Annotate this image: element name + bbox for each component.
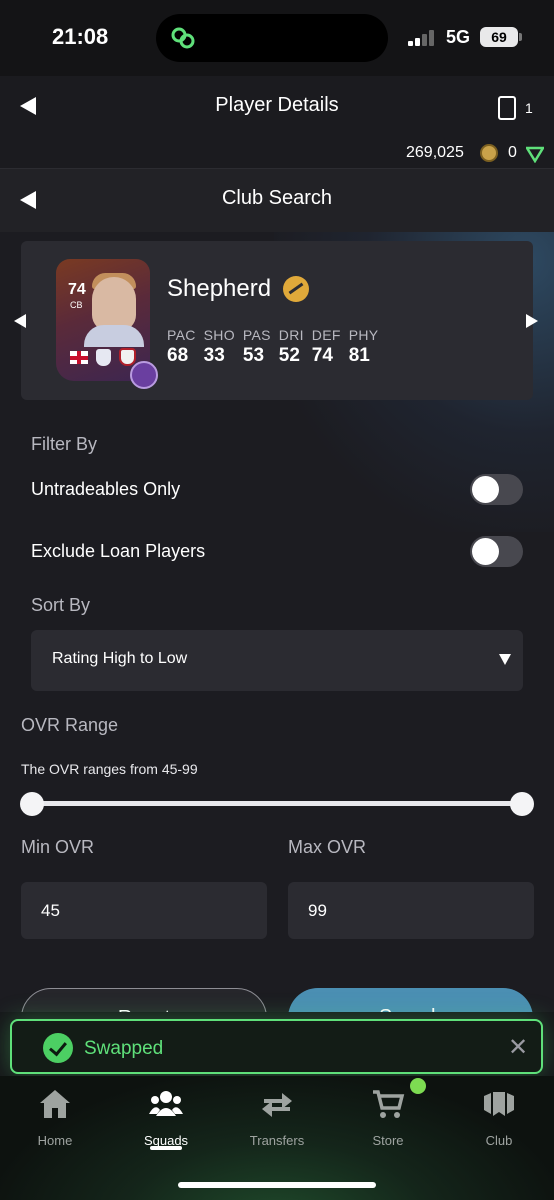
token-icon (498, 96, 516, 120)
nav-home[interactable]: Home (10, 1088, 100, 1148)
active-tab-indicator (150, 1146, 182, 1150)
sub-header: Club Search (0, 168, 554, 232)
ovr-range-heading: OVR Range (21, 715, 119, 735)
section-title: Club Search (221, 187, 333, 209)
network-type: 5G (446, 27, 471, 47)
stat-sho: SHO 33 (203, 327, 235, 366)
sort-dropdown[interactable]: Rating High to Low (31, 630, 523, 691)
club-icon (484, 1092, 514, 1116)
toast-message: Swapped (84, 1038, 164, 1059)
stat-dri: DRI 52 (278, 327, 304, 366)
search-button[interactable]: Search (288, 988, 533, 1012)
dynamic-island (156, 14, 388, 62)
england-flag-icon (70, 351, 88, 364)
status-bar: 21:08 5G 69 (0, 0, 554, 76)
battery-icon: 69 (480, 27, 518, 47)
battery-nub (519, 33, 522, 41)
sort-selected-value: Rating High to Low (52, 650, 188, 667)
max-ovr-input[interactable]: 99 (288, 882, 534, 939)
slider-min-handle[interactable] (20, 792, 44, 816)
squads-icon (149, 1091, 183, 1116)
league-badge-icon (96, 349, 111, 366)
ovr-range-slider[interactable] (32, 801, 522, 806)
page-title: Player Details (215, 94, 339, 116)
stat-def: DEF 74 (311, 327, 341, 366)
min-ovr-input[interactable]: 45 (21, 882, 267, 939)
untradeables-toggle[interactable] (470, 474, 523, 505)
previous-player-arrow-icon[interactable] (14, 314, 26, 328)
ovr-range-note: The OVR ranges from 45-99 (21, 761, 198, 777)
store-icon (373, 1090, 405, 1118)
player-summary-card: 74 CB Shepherd PAC 68 SHO 33 PAS 53 DRI (21, 241, 533, 400)
stat-phy: PHY 81 (348, 327, 379, 366)
signal-icon (408, 30, 438, 46)
player-stats: PAC 68 SHO 33 PAS 53 DRI 52 DEF 74 PHY 8… (167, 327, 386, 367)
nav-store[interactable]: Store (343, 1088, 433, 1148)
nav-transfers[interactable]: Transfers (232, 1088, 322, 1148)
card-rating: 74 (68, 281, 86, 298)
token-count: 1 (525, 100, 533, 116)
close-icon[interactable]: ✕ (508, 1033, 528, 1061)
check-circle-icon (43, 1033, 73, 1063)
home-icon (40, 1090, 70, 1118)
exclude-loan-label: Exclude Loan Players (31, 541, 206, 561)
points-balance: 0 (508, 144, 517, 161)
chemistry-style-icon (130, 361, 158, 389)
reset-button[interactable]: Reset (21, 988, 267, 1012)
stat-pas: PAS 53 (242, 327, 271, 366)
club-search-panel: 74 CB Shepherd PAC 68 SHO 33 PAS 53 DRI (0, 232, 554, 1012)
next-player-arrow-icon[interactable] (526, 314, 538, 328)
nav-club[interactable]: Club (454, 1088, 544, 1148)
app-header: Player Details 1 269,025 0 (0, 76, 554, 168)
points-icon (526, 146, 544, 163)
coin-balance: 269,025 (406, 144, 464, 161)
coin-icon (480, 144, 498, 162)
stat-pac: PAC 68 (167, 327, 196, 366)
slider-max-handle[interactable] (510, 792, 534, 816)
filter-heading: Filter By (31, 434, 98, 454)
untradeable-icon (283, 276, 309, 302)
store-notification-dot (410, 1078, 426, 1094)
min-ovr-label: Min OVR (21, 837, 95, 857)
exclude-loan-toggle[interactable] (470, 536, 523, 567)
home-indicator (178, 1182, 376, 1188)
nav-squads[interactable]: Squads (121, 1088, 211, 1148)
sort-heading: Sort By (31, 595, 91, 615)
caret-down-icon (499, 654, 511, 665)
transfers-icon (262, 1093, 292, 1117)
link-icon (171, 27, 195, 49)
player-name: Shepherd (167, 275, 272, 302)
club-badge-icon (119, 348, 136, 366)
max-ovr-label: Max OVR (288, 837, 367, 857)
status-time: 21:08 (52, 24, 109, 49)
untradeables-label: Untradeables Only (31, 479, 181, 499)
swapped-toast: Swapped ✕ (10, 1019, 543, 1074)
card-position: CB (70, 300, 83, 310)
